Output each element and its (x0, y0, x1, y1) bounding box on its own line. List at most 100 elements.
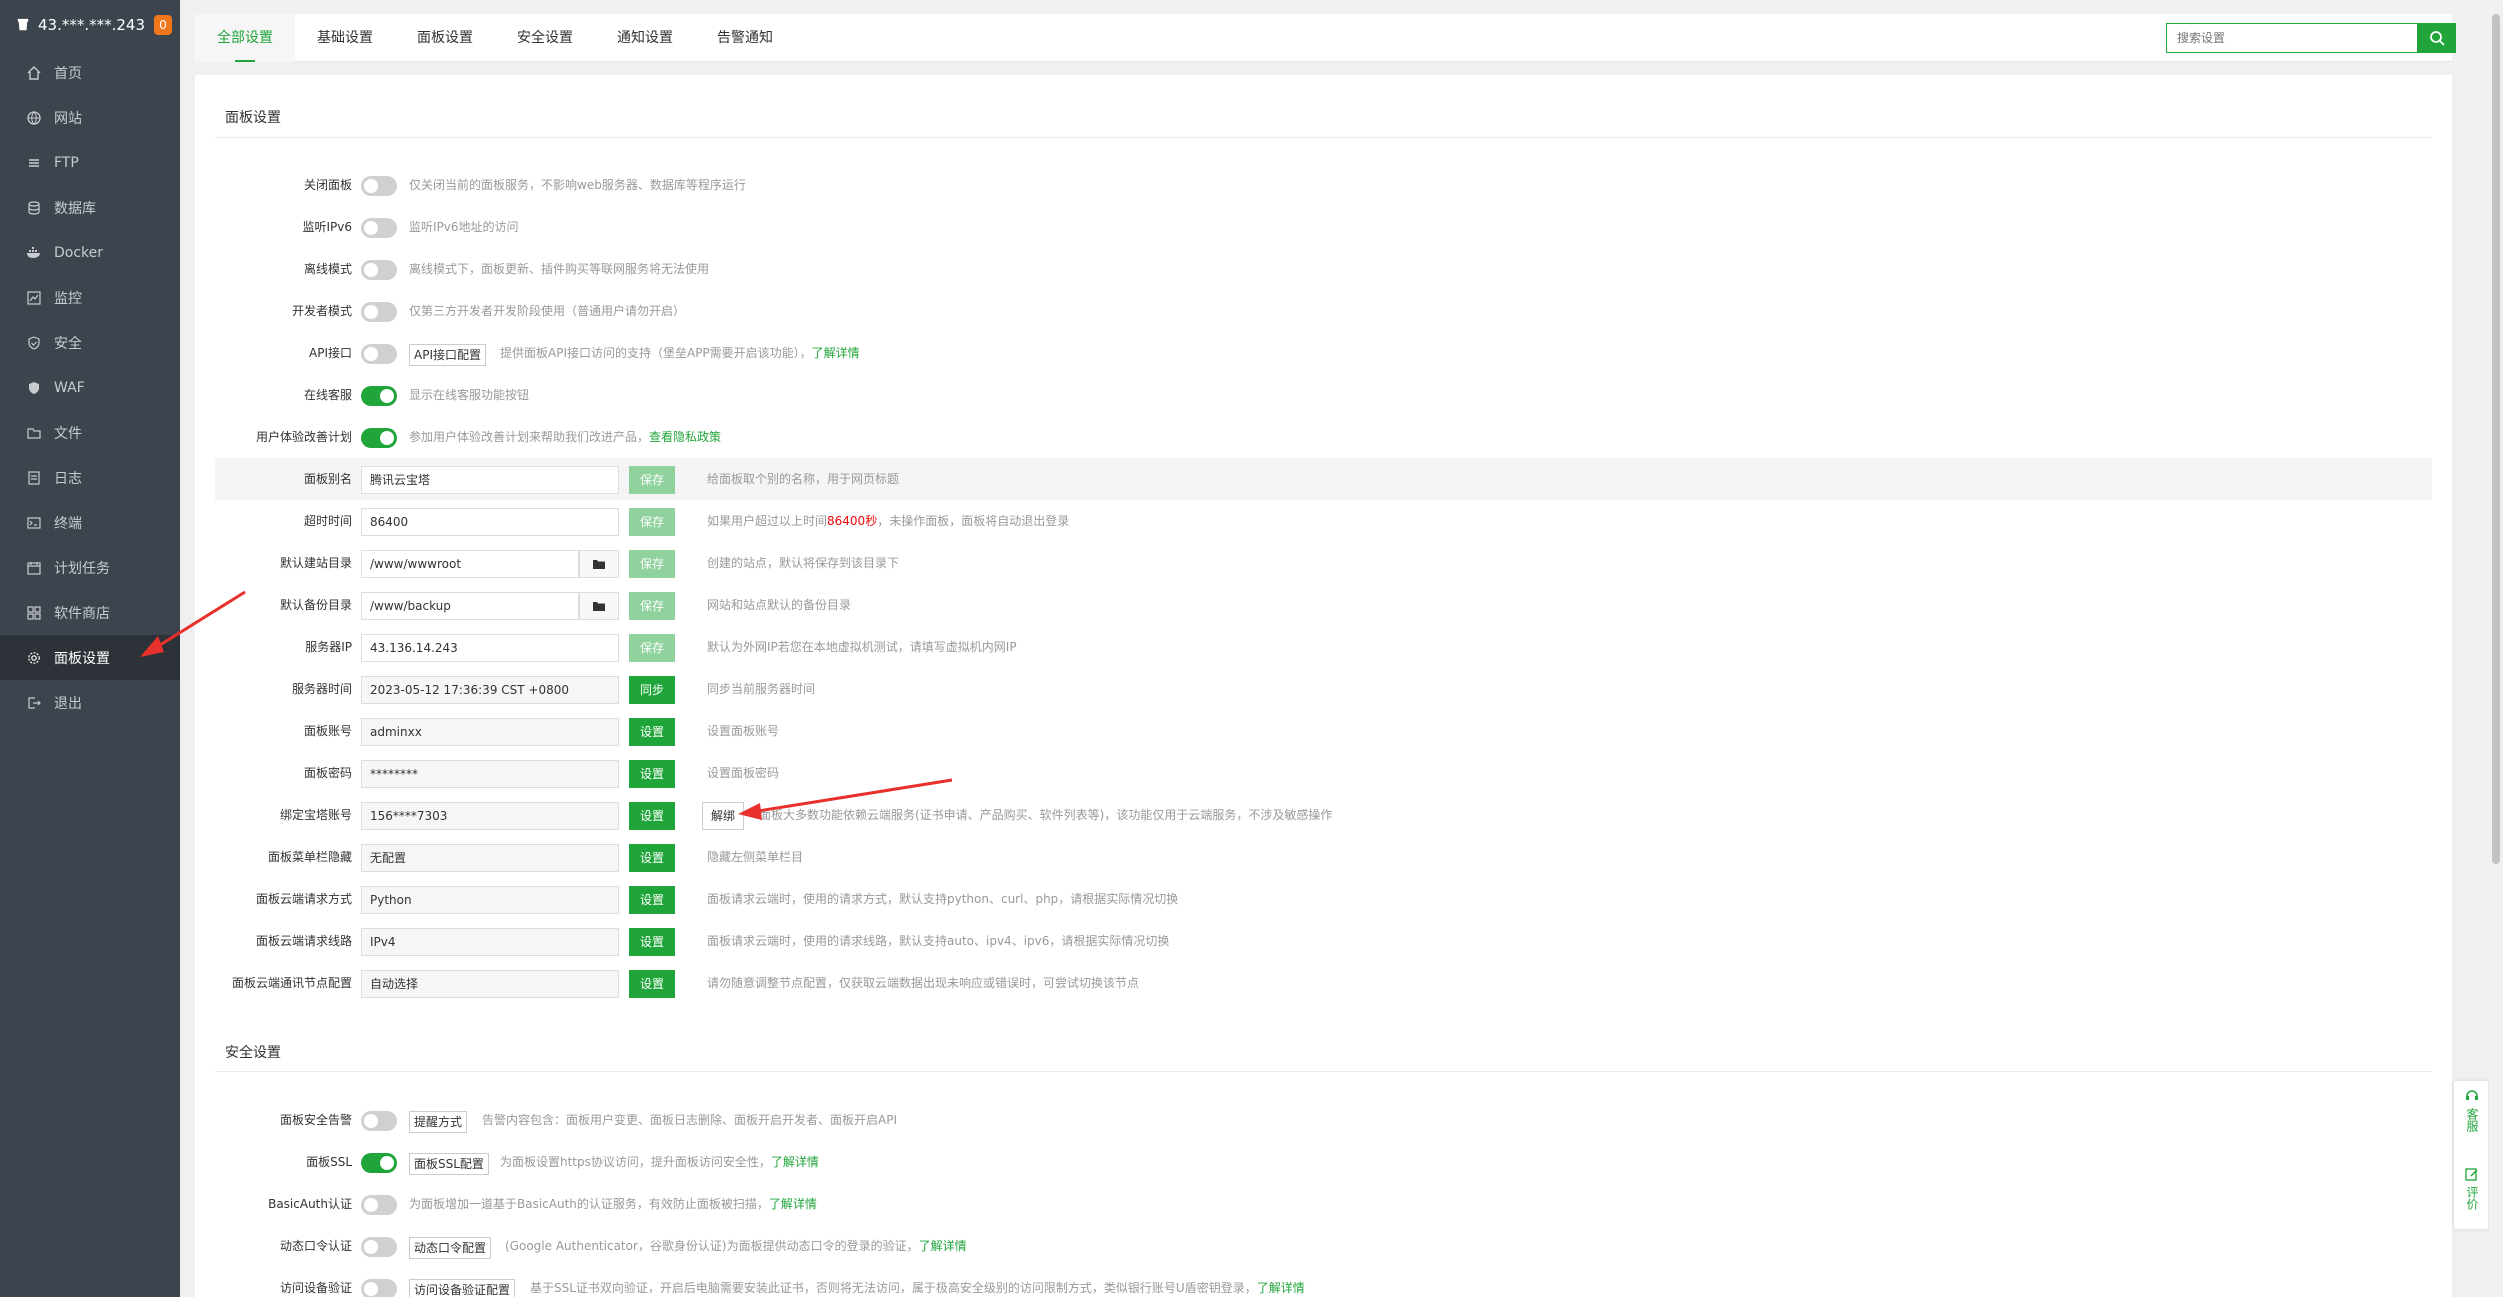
search-button[interactable] (2418, 23, 2456, 53)
save-backup-dir-button[interactable]: 保存 (629, 592, 675, 620)
setting-label: 面板SSL (306, 1155, 352, 1169)
ipv6-toggle[interactable] (361, 218, 397, 238)
sidebar-item-waf[interactable]: WAF (0, 365, 180, 410)
set-req-method-button[interactable]: 设置 (629, 886, 675, 914)
tab-panel-settings[interactable]: 面板设置 (395, 14, 495, 62)
totp-details-link[interactable]: 了解详情 (919, 1239, 967, 1253)
review-label: 评价 (2465, 1186, 2479, 1210)
sidebar-item-monitor[interactable]: 监控 (0, 275, 180, 320)
backup-dir-browse-button[interactable] (579, 592, 619, 620)
sidebar-item-logout[interactable]: 退出 (0, 680, 180, 725)
device-details-link[interactable]: 了解详情 (1257, 1281, 1305, 1295)
server-ip-input[interactable]: 43.136.14.243 (361, 634, 619, 662)
tab-security-settings[interactable]: 安全设置 (495, 14, 595, 62)
setting-row-device: 访问设备验证 访问设备验证配置 基于SSL证书双向验证，开启后电脑需要安装此证书… (215, 1267, 2432, 1297)
setting-desc: 默认为外网IP若您在本地虚拟机测试，请填写虚拟机内网IP (707, 640, 1017, 654)
tab-all-settings[interactable]: 全部设置 (195, 14, 295, 62)
api-config-button[interactable]: API接口配置 (409, 344, 486, 366)
sidebar-item-docker[interactable]: Docker (0, 230, 180, 275)
setting-row-menu-hide: 面板菜单栏隐藏 无配置 设置 隐藏左侧菜单栏目 (215, 836, 2432, 878)
online-service-toggle[interactable] (361, 386, 397, 406)
sidebar-item-logs[interactable]: 日志 (0, 455, 180, 500)
panel-alias-input[interactable]: 腾讯云宝塔 (361, 466, 619, 494)
set-menu-hide-button[interactable]: 设置 (629, 844, 675, 872)
totp-config-button[interactable]: 动态口令配置 (409, 1237, 492, 1259)
globe-icon (26, 110, 42, 126)
sidebar-item-store[interactable]: 软件商店 (0, 590, 180, 635)
save-timeout-button[interactable]: 保存 (629, 508, 675, 536)
setting-desc: 面板大多数功能依赖云端服务(证书申请、产品购买、软件列表等)，该功能仅用于云端服… (759, 808, 1333, 822)
notification-badge[interactable]: 0 (154, 15, 172, 35)
setting-label: 动态口令认证 (279, 1239, 352, 1253)
timeout-input[interactable]: 86400 (361, 508, 619, 536)
offline-mode-toggle[interactable] (361, 260, 397, 280)
search-icon (2430, 31, 2445, 46)
sidebar-item-website[interactable]: 网站 (0, 95, 180, 140)
sidebar-item-terminal[interactable]: 终端 (0, 500, 180, 545)
scroll-thumb[interactable] (2492, 14, 2500, 864)
setting-desc: 同步当前服务器时间 (707, 682, 816, 696)
search-input[interactable] (2166, 23, 2418, 53)
sidebar-item-label: 安全 (54, 335, 82, 352)
set-account-button[interactable]: 设置 (629, 718, 675, 746)
sidebar-item-home[interactable]: 首页 (0, 50, 180, 95)
device-verify-toggle[interactable] (361, 1279, 397, 1297)
setting-desc: 基于SSL证书双向验证，开启后电脑需要安装此证书，否则将无法访问，属于极高安全级… (530, 1267, 1305, 1297)
privacy-policy-link[interactable]: 查看隐私政策 (649, 430, 721, 444)
api-toggle[interactable] (361, 344, 397, 364)
setting-row-req-line: 面板云端请求线路 IPv4 设置 面板请求云端时，使用的请求线路，默认支持aut… (215, 920, 2432, 962)
sidebar-item-security[interactable]: 安全 (0, 320, 180, 365)
site-dir-browse-button[interactable] (579, 550, 619, 578)
setting-row-online-service: 在线客服 显示在线客服功能按钮 (215, 374, 2432, 416)
desc-text: 提供面板API接口访问的支持（堡垒APP需要开启该功能）， (500, 346, 812, 360)
api-details-link[interactable]: 了解详情 (812, 346, 860, 360)
tab-notify-settings[interactable]: 通知设置 (595, 14, 695, 62)
ssl-details-link[interactable]: 了解详情 (771, 1155, 819, 1169)
waf-shield-icon (26, 380, 42, 396)
dev-mode-toggle[interactable] (361, 302, 397, 322)
set-node-button[interactable]: 设置 (629, 970, 675, 998)
server-header[interactable]: 43.***.***.243 0 (0, 0, 180, 50)
setting-row-totp: 动态口令认证 动态口令配置 (Google Authenticator，谷歌身份… (215, 1225, 2432, 1267)
scrollbar[interactable] (2489, 0, 2503, 1297)
setting-desc: 设置面板密码 (707, 766, 780, 780)
ssl-toggle[interactable] (361, 1153, 397, 1173)
save-alias-button[interactable]: 保存 (629, 466, 675, 494)
customer-service-button[interactable]: 客服 (2454, 1089, 2490, 1132)
basic-auth-toggle[interactable] (361, 1195, 397, 1215)
unbind-button[interactable]: 解绑 (702, 802, 745, 830)
sync-time-button[interactable]: 同步 (629, 676, 675, 704)
setting-desc: 参加用户体验改善计划来帮助我们改进产品，查看隐私政策 (409, 416, 721, 458)
close-panel-toggle[interactable] (361, 176, 397, 196)
alarm-toggle[interactable] (361, 1111, 397, 1131)
set-password-button[interactable]: 设置 (629, 760, 675, 788)
save-site-dir-button[interactable]: 保存 (629, 550, 675, 578)
sidebar-item-label: 退出 (54, 695, 82, 712)
alarm-method-button[interactable]: 提醒方式 (409, 1111, 468, 1133)
sidebar-item-files[interactable]: 文件 (0, 410, 180, 455)
tab-alarm-notify[interactable]: 告警通知 (695, 14, 795, 62)
setting-row-close-panel: 关闭面板 仅关闭当前的面板服务，不影响web服务器、数据库等程序运行 (215, 164, 2432, 206)
sidebar-item-panel-settings[interactable]: 面板设置 (0, 635, 180, 680)
totp-toggle[interactable] (361, 1237, 397, 1257)
sidebar-item-ftp[interactable]: FTP (0, 140, 180, 185)
desc-text: 参加用户体验改善计划来帮助我们改进产品， (409, 430, 650, 444)
ssl-config-button[interactable]: 面板SSL配置 (409, 1153, 489, 1175)
ftp-icon (26, 155, 42, 171)
set-bt-account-button[interactable]: 设置 (629, 802, 675, 830)
set-req-line-button[interactable]: 设置 (629, 928, 675, 956)
setting-label: 面板云端请求方式 (255, 892, 352, 906)
sidebar-item-database[interactable]: 数据库 (0, 185, 180, 230)
review-button[interactable]: 评价 (2454, 1167, 2490, 1210)
setting-label: 服务器时间 (291, 682, 352, 696)
tab-basic-settings[interactable]: 基础设置 (295, 14, 395, 62)
device-verify-config-button[interactable]: 访问设备验证配置 (409, 1279, 516, 1297)
basic-auth-details-link[interactable]: 了解详情 (769, 1197, 817, 1211)
save-server-ip-button[interactable]: 保存 (629, 634, 675, 662)
backup-dir-input[interactable]: /www/backup (361, 592, 579, 620)
floating-service-bar: 客服 评价 (2453, 1080, 2489, 1230)
ux-plan-toggle[interactable] (361, 428, 397, 448)
sidebar-item-cron[interactable]: 计划任务 (0, 545, 180, 590)
setting-desc: 提供面板API接口访问的支持（堡垒APP需要开启该功能），了解详情 (500, 332, 860, 374)
site-dir-input[interactable]: /www/wwwroot (361, 550, 579, 578)
